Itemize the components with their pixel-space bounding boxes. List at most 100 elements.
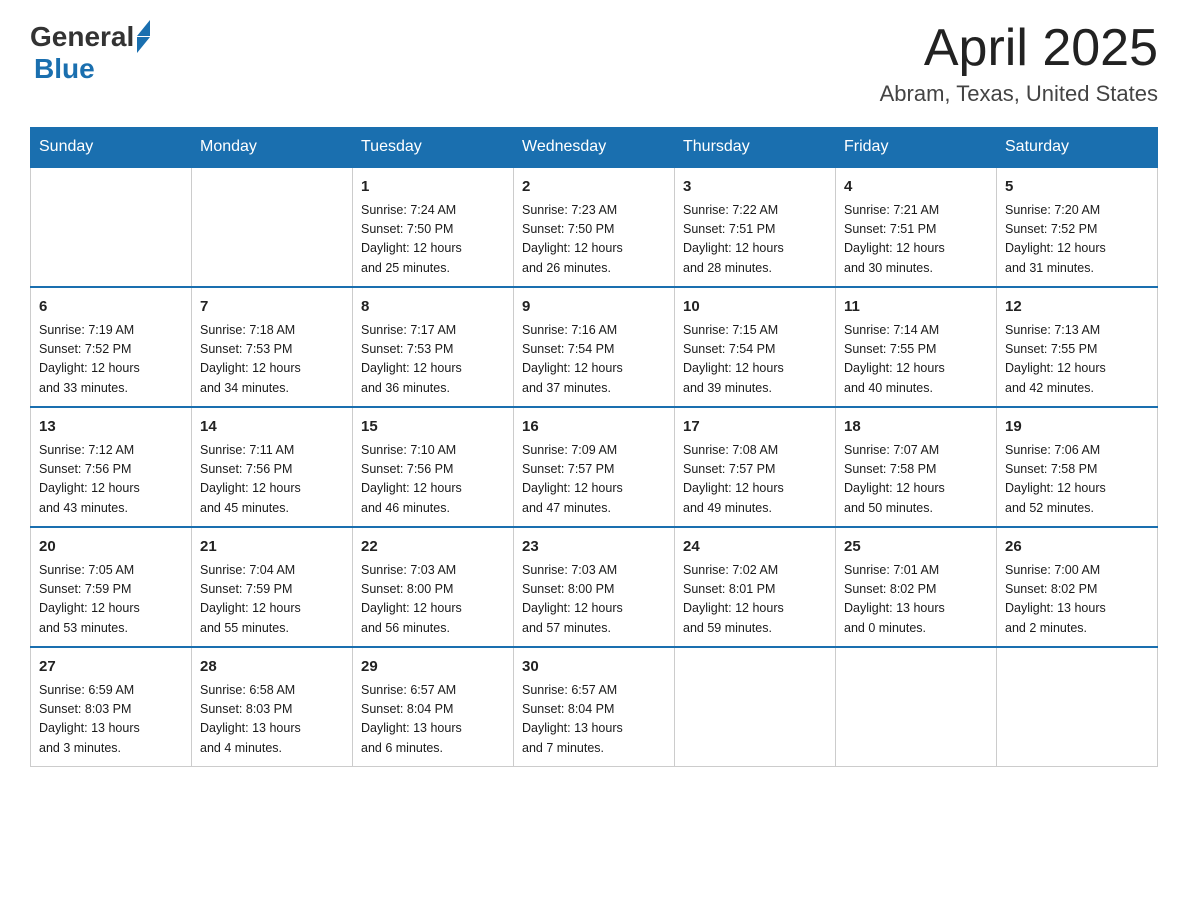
logo-general-text: General [30,21,134,53]
calendar-cell: 15Sunrise: 7:10 AM Sunset: 7:56 PM Dayli… [353,407,514,527]
day-number: 2 [522,176,666,199]
page-header: General Blue April 2025 Abram, Texas, Un… [30,20,1158,107]
day-number: 5 [1005,176,1149,199]
day-info: Sunrise: 7:03 AM Sunset: 8:00 PM Dayligh… [522,561,666,639]
day-number: 23 [522,536,666,559]
day-info: Sunrise: 6:59 AM Sunset: 8:03 PM Dayligh… [39,681,183,759]
day-number: 22 [361,536,505,559]
day-number: 30 [522,656,666,679]
day-info: Sunrise: 7:02 AM Sunset: 8:01 PM Dayligh… [683,561,827,639]
day-info: Sunrise: 6:57 AM Sunset: 8:04 PM Dayligh… [361,681,505,759]
calendar-cell: 18Sunrise: 7:07 AM Sunset: 7:58 PM Dayli… [836,407,997,527]
calendar-cell: 24Sunrise: 7:02 AM Sunset: 8:01 PM Dayli… [675,527,836,647]
day-number: 19 [1005,416,1149,439]
day-info: Sunrise: 7:10 AM Sunset: 7:56 PM Dayligh… [361,441,505,519]
calendar-cell: 11Sunrise: 7:14 AM Sunset: 7:55 PM Dayli… [836,287,997,407]
calendar-cell [192,167,353,287]
month-title: April 2025 [880,20,1158,77]
calendar-cell: 4Sunrise: 7:21 AM Sunset: 7:51 PM Daylig… [836,167,997,287]
day-number: 6 [39,296,183,319]
day-number: 3 [683,176,827,199]
day-number: 18 [844,416,988,439]
day-info: Sunrise: 7:16 AM Sunset: 7:54 PM Dayligh… [522,321,666,399]
day-info: Sunrise: 7:24 AM Sunset: 7:50 PM Dayligh… [361,201,505,279]
calendar-cell: 16Sunrise: 7:09 AM Sunset: 7:57 PM Dayli… [514,407,675,527]
day-number: 13 [39,416,183,439]
day-info: Sunrise: 7:05 AM Sunset: 7:59 PM Dayligh… [39,561,183,639]
calendar-cell: 29Sunrise: 6:57 AM Sunset: 8:04 PM Dayli… [353,647,514,767]
day-number: 28 [200,656,344,679]
day-info: Sunrise: 7:08 AM Sunset: 7:57 PM Dayligh… [683,441,827,519]
day-number: 10 [683,296,827,319]
day-info: Sunrise: 7:09 AM Sunset: 7:57 PM Dayligh… [522,441,666,519]
calendar-cell: 3Sunrise: 7:22 AM Sunset: 7:51 PM Daylig… [675,167,836,287]
calendar-cell: 9Sunrise: 7:16 AM Sunset: 7:54 PM Daylig… [514,287,675,407]
day-info: Sunrise: 7:14 AM Sunset: 7:55 PM Dayligh… [844,321,988,399]
day-number: 1 [361,176,505,199]
day-number: 17 [683,416,827,439]
day-number: 21 [200,536,344,559]
day-number: 8 [361,296,505,319]
day-info: Sunrise: 7:03 AM Sunset: 8:00 PM Dayligh… [361,561,505,639]
day-number: 11 [844,296,988,319]
day-number: 7 [200,296,344,319]
calendar-table: SundayMondayTuesdayWednesdayThursdayFrid… [30,127,1158,767]
day-info: Sunrise: 7:22 AM Sunset: 7:51 PM Dayligh… [683,201,827,279]
day-number: 27 [39,656,183,679]
calendar-week-row: 13Sunrise: 7:12 AM Sunset: 7:56 PM Dayli… [31,407,1158,527]
day-number: 9 [522,296,666,319]
day-info: Sunrise: 7:06 AM Sunset: 7:58 PM Dayligh… [1005,441,1149,519]
day-number: 4 [844,176,988,199]
calendar-cell: 12Sunrise: 7:13 AM Sunset: 7:55 PM Dayli… [997,287,1158,407]
calendar-cell [31,167,192,287]
day-info: Sunrise: 7:04 AM Sunset: 7:59 PM Dayligh… [200,561,344,639]
logo-blue-text: Blue [34,53,95,85]
calendar-cell [836,647,997,767]
calendar-cell: 1Sunrise: 7:24 AM Sunset: 7:50 PM Daylig… [353,167,514,287]
calendar-cell: 19Sunrise: 7:06 AM Sunset: 7:58 PM Dayli… [997,407,1158,527]
calendar-cell: 28Sunrise: 6:58 AM Sunset: 8:03 PM Dayli… [192,647,353,767]
calendar-cell: 17Sunrise: 7:08 AM Sunset: 7:57 PM Dayli… [675,407,836,527]
day-info: Sunrise: 6:58 AM Sunset: 8:03 PM Dayligh… [200,681,344,759]
calendar-weekday-header: Thursday [675,128,836,168]
day-info: Sunrise: 7:07 AM Sunset: 7:58 PM Dayligh… [844,441,988,519]
calendar-cell [997,647,1158,767]
day-number: 14 [200,416,344,439]
calendar-cell: 6Sunrise: 7:19 AM Sunset: 7:52 PM Daylig… [31,287,192,407]
calendar-weekday-header: Tuesday [353,128,514,168]
day-info: Sunrise: 7:20 AM Sunset: 7:52 PM Dayligh… [1005,201,1149,279]
calendar-cell: 21Sunrise: 7:04 AM Sunset: 7:59 PM Dayli… [192,527,353,647]
calendar-weekday-header: Saturday [997,128,1158,168]
day-info: Sunrise: 7:17 AM Sunset: 7:53 PM Dayligh… [361,321,505,399]
day-number: 29 [361,656,505,679]
day-info: Sunrise: 7:18 AM Sunset: 7:53 PM Dayligh… [200,321,344,399]
logo: General Blue [30,20,150,85]
calendar-cell [675,647,836,767]
calendar-weekday-header: Friday [836,128,997,168]
day-number: 15 [361,416,505,439]
calendar-week-row: 27Sunrise: 6:59 AM Sunset: 8:03 PM Dayli… [31,647,1158,767]
title-section: April 2025 Abram, Texas, United States [880,20,1158,107]
calendar-cell: 7Sunrise: 7:18 AM Sunset: 7:53 PM Daylig… [192,287,353,407]
day-info: Sunrise: 7:21 AM Sunset: 7:51 PM Dayligh… [844,201,988,279]
calendar-cell: 27Sunrise: 6:59 AM Sunset: 8:03 PM Dayli… [31,647,192,767]
day-number: 24 [683,536,827,559]
location-title: Abram, Texas, United States [880,81,1158,107]
calendar-weekday-header: Monday [192,128,353,168]
calendar-cell: 26Sunrise: 7:00 AM Sunset: 8:02 PM Dayli… [997,527,1158,647]
calendar-header-row: SundayMondayTuesdayWednesdayThursdayFrid… [31,128,1158,168]
calendar-cell: 22Sunrise: 7:03 AM Sunset: 8:00 PM Dayli… [353,527,514,647]
day-number: 20 [39,536,183,559]
calendar-cell: 2Sunrise: 7:23 AM Sunset: 7:50 PM Daylig… [514,167,675,287]
day-info: Sunrise: 7:00 AM Sunset: 8:02 PM Dayligh… [1005,561,1149,639]
calendar-cell: 30Sunrise: 6:57 AM Sunset: 8:04 PM Dayli… [514,647,675,767]
day-info: Sunrise: 7:12 AM Sunset: 7:56 PM Dayligh… [39,441,183,519]
day-info: Sunrise: 7:01 AM Sunset: 8:02 PM Dayligh… [844,561,988,639]
calendar-weekday-header: Sunday [31,128,192,168]
day-number: 12 [1005,296,1149,319]
day-info: Sunrise: 6:57 AM Sunset: 8:04 PM Dayligh… [522,681,666,759]
day-info: Sunrise: 7:19 AM Sunset: 7:52 PM Dayligh… [39,321,183,399]
calendar-cell: 8Sunrise: 7:17 AM Sunset: 7:53 PM Daylig… [353,287,514,407]
calendar-cell: 5Sunrise: 7:20 AM Sunset: 7:52 PM Daylig… [997,167,1158,287]
calendar-weekday-header: Wednesday [514,128,675,168]
